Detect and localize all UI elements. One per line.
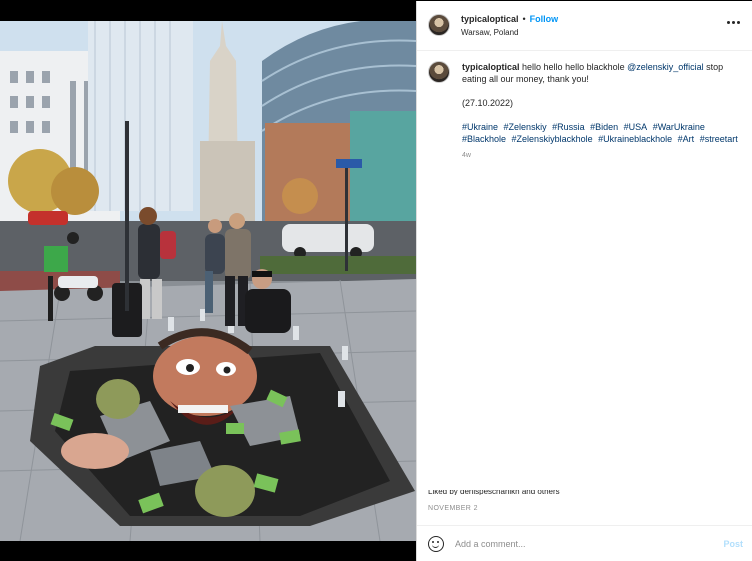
caption-mention[interactable]: @zelenskiy_official — [627, 62, 704, 72]
hashtag[interactable]: #streetart — [700, 134, 738, 144]
post-sidebar: typicaloptical • Follow Warsaw, Poland typ… — [416, 1, 752, 561]
hashtag[interactable]: #Zelenskiyblackhole — [512, 134, 593, 144]
caption-username[interactable]: typicaloptical — [462, 62, 520, 72]
hashtag[interactable]: #USA — [624, 122, 648, 132]
hashtag[interactable]: #Biden — [590, 122, 618, 132]
post-date: NOVEMBER 2 — [428, 505, 478, 512]
post-header: typicaloptical • Follow Warsaw, Poland — [417, 1, 752, 51]
street-art-photo — [0, 21, 416, 541]
post-photo[interactable] — [0, 21, 416, 541]
hashtag[interactable]: #Art — [678, 134, 695, 144]
instagram-post-modal: typicaloptical • Follow Warsaw, Poland typ… — [0, 0, 752, 561]
caption-age: 4w — [462, 152, 471, 159]
post-location[interactable]: Warsaw, Poland — [461, 28, 519, 37]
hashtag-list: #Ukraine #Zelenskiy #Russia #Biden #USA … — [462, 121, 746, 145]
emoji-icon[interactable] — [428, 536, 444, 552]
author-avatar[interactable] — [428, 14, 450, 36]
follow-button[interactable]: Follow — [530, 14, 559, 24]
hashtag[interactable]: #Russia — [552, 122, 585, 132]
comment-input[interactable] — [455, 536, 705, 552]
caption-date: (27.10.2022) — [462, 98, 514, 108]
more-options-icon[interactable] — [725, 17, 741, 27]
liked-by-text[interactable]: Liked by denispeschanikh and others — [428, 490, 560, 495]
hashtag[interactable]: #Ukraineblackhole — [598, 134, 672, 144]
hashtag[interactable]: #Blackhole — [462, 134, 506, 144]
hashtag[interactable]: #Ukraine — [462, 122, 498, 132]
caption-body: typicaloptical hello hello hello blackho… — [462, 61, 746, 162]
hashtag[interactable]: #WarUkraine — [653, 122, 705, 132]
author-line: typicaloptical • Follow — [461, 14, 558, 24]
hashtag[interactable]: #Zelenskiy — [504, 122, 547, 132]
post-comment-button[interactable]: Post — [723, 539, 743, 549]
author-username[interactable]: typicaloptical — [461, 14, 519, 24]
comment-bar: Post — [417, 525, 752, 561]
separator-dot: • — [522, 14, 526, 24]
caption-avatar[interactable] — [428, 61, 450, 83]
caption-text-start: hello hello hello blackhole — [522, 62, 625, 72]
